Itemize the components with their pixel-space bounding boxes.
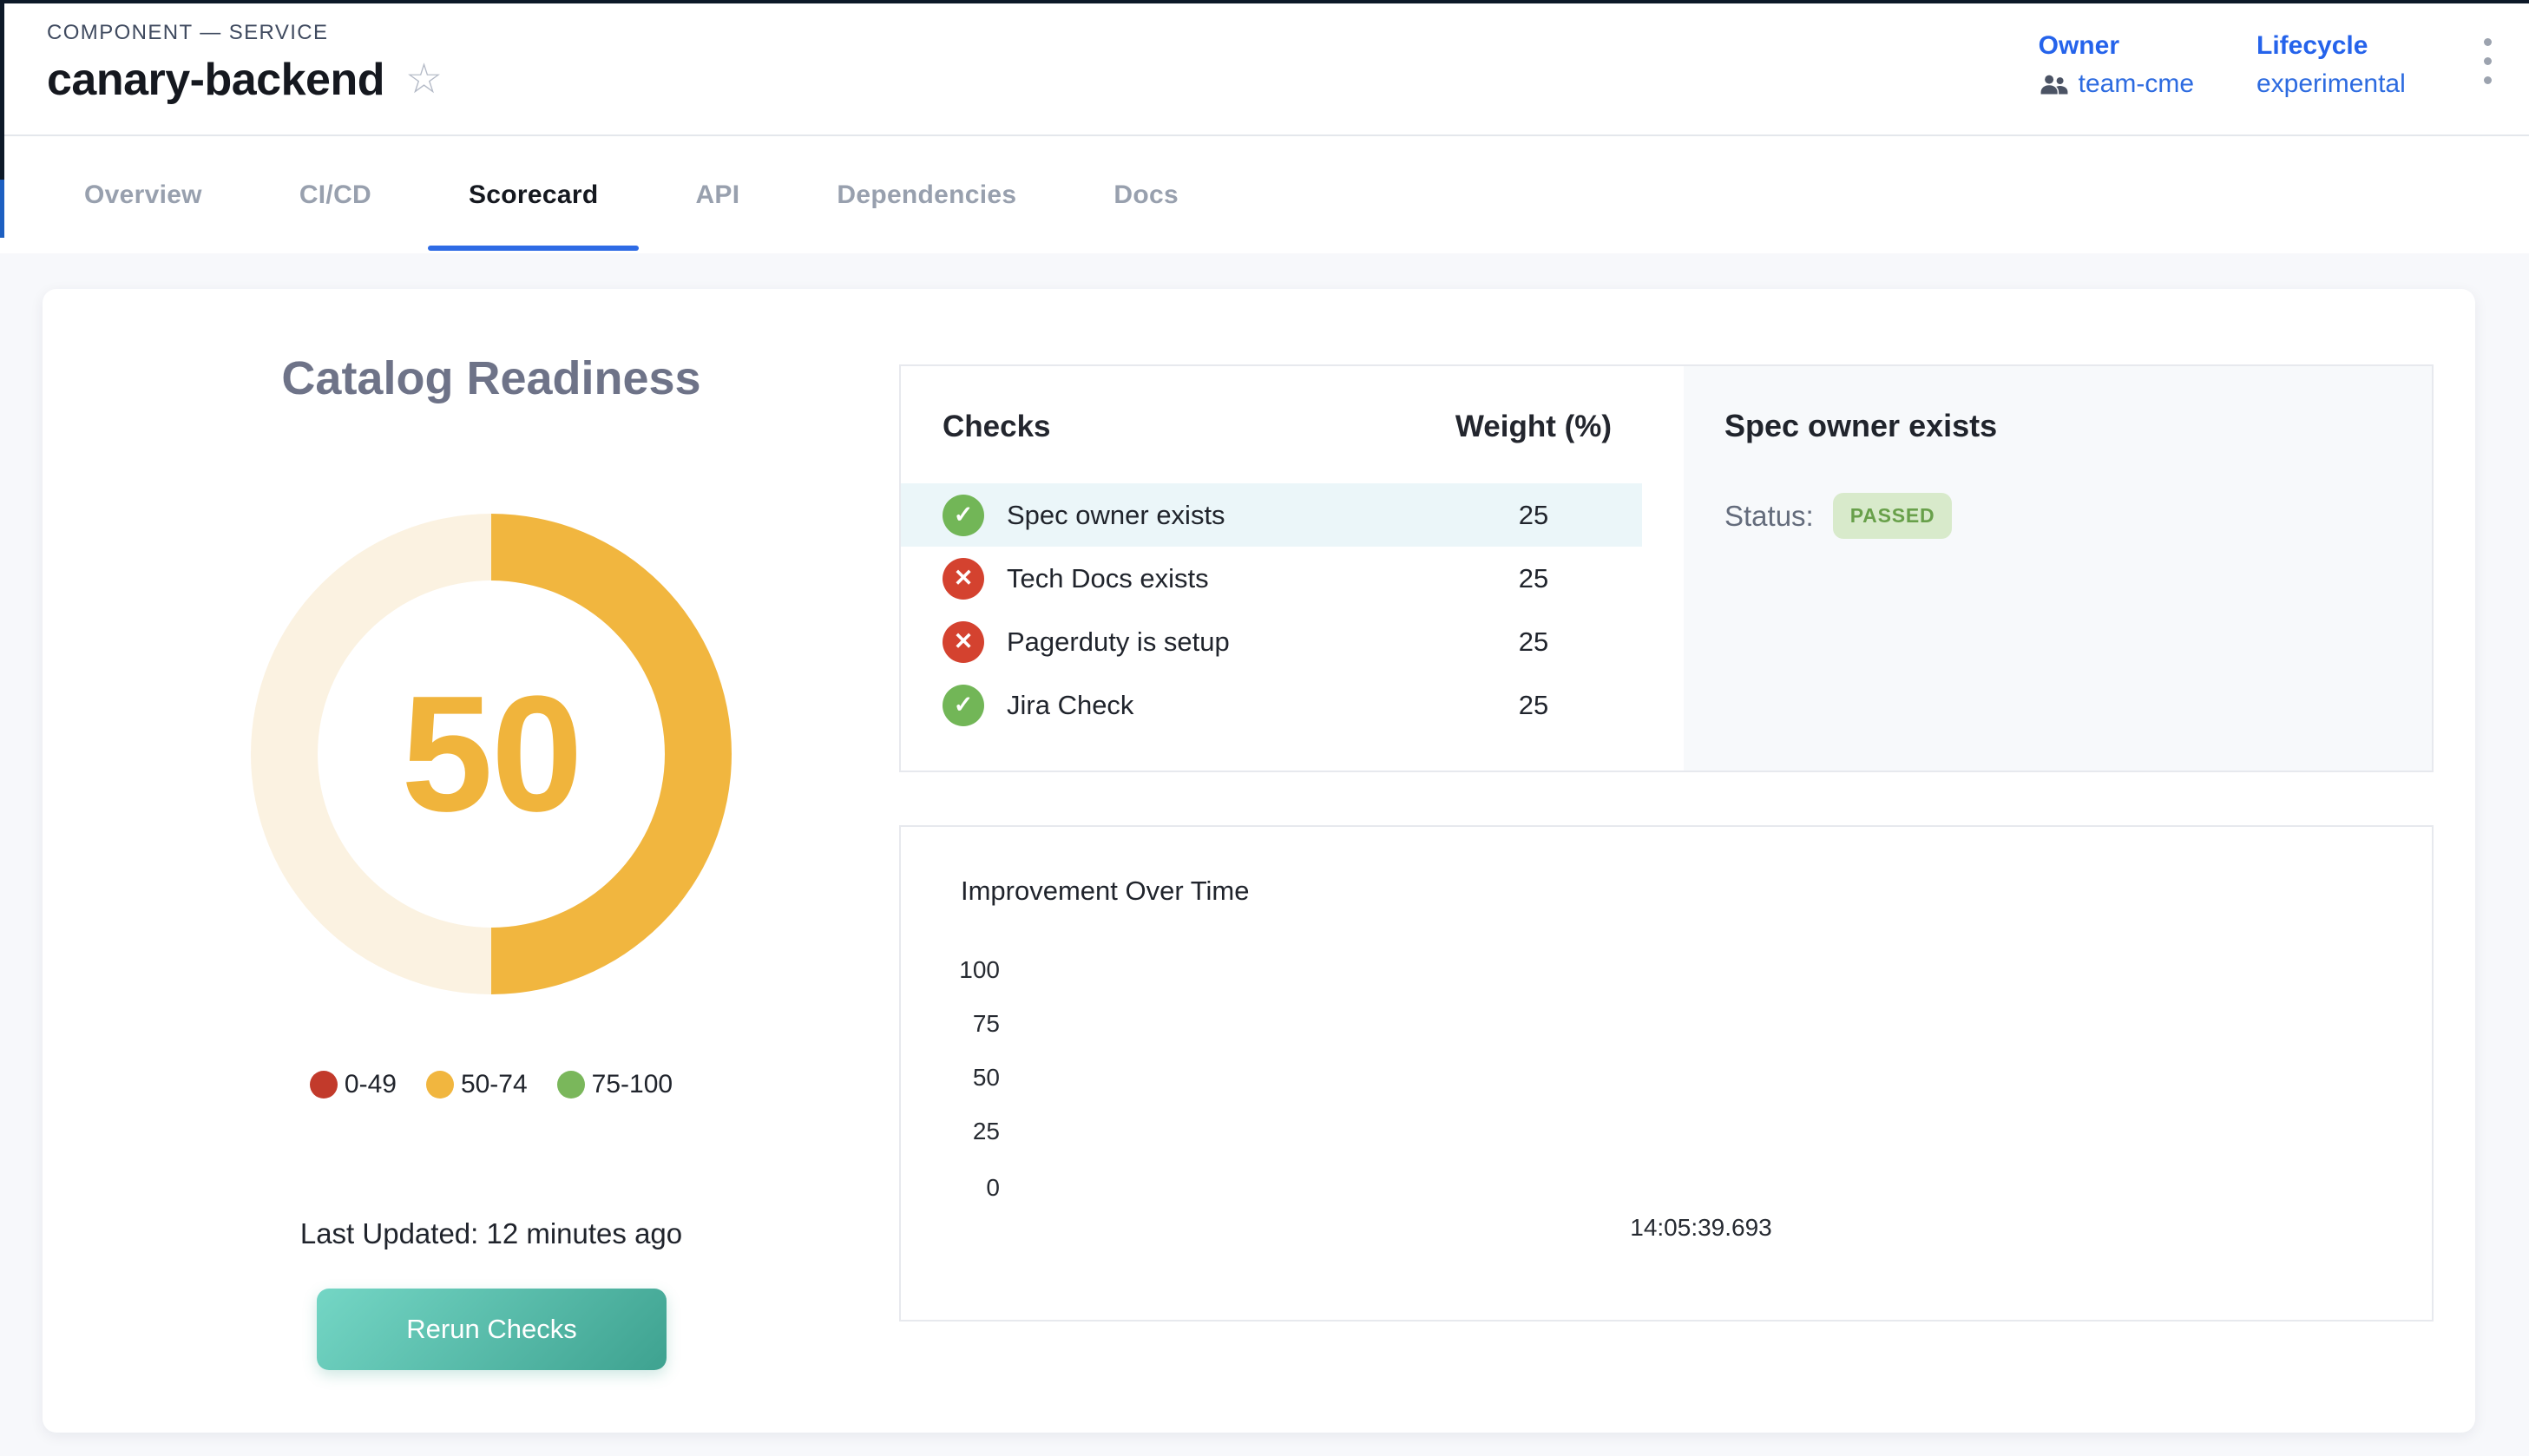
score-value: 50	[251, 514, 732, 994]
legend-item-low: 0-49	[310, 1070, 397, 1099]
legend-dot-red	[310, 1071, 338, 1099]
tab-cicd[interactable]: CI/CD	[259, 136, 412, 253]
legend-label: 0-49	[345, 1070, 397, 1099]
y-axis-tick: 100	[901, 956, 1000, 984]
checks-table-header: Checks Weight (%)	[901, 410, 1642, 444]
window-top-border	[0, 0, 2529, 3]
legend-item-high: 75-100	[557, 1070, 673, 1099]
readiness-gauge-panel: Catalog Readiness 50 0-49 50-74 75-100 L…	[43, 289, 940, 1433]
entity-tabbar: Overview CI/CD Scorecard API Dependencie…	[0, 136, 2529, 253]
entity-meta: Owner team-cme Lifecycle experimental	[2039, 31, 2492, 99]
y-axis-tick: 50	[901, 1064, 1000, 1092]
legend-label: 50-74	[461, 1070, 528, 1099]
tab-api[interactable]: API	[654, 136, 780, 253]
score-legend: 0-49 50-74 75-100	[43, 1070, 940, 1099]
tab-overview[interactable]: Overview	[43, 136, 243, 253]
entity-kind-label: COMPONENT — SERVICE	[47, 21, 443, 45]
last-updated-text: Last Updated: 12 minutes ago	[43, 1217, 940, 1250]
legend-item-mid: 50-74	[426, 1070, 528, 1099]
x-axis-tick: 14:05:39.693	[1630, 1214, 1772, 1242]
owner-block: Owner team-cme	[2039, 31, 2194, 99]
check-status-icon: ✓	[943, 495, 984, 536]
y-axis-tick: 75	[901, 1010, 1000, 1038]
table-row[interactable]: ✓ Spec owner exists 25	[901, 483, 1642, 547]
check-detail-title: Spec owner exists	[1724, 408, 2432, 444]
entity-header: COMPONENT — SERVICE canary-backend ☆ Own…	[0, 0, 2529, 136]
window-left-accent	[0, 180, 4, 238]
people-group-icon	[2039, 74, 2070, 95]
gauge-title: Catalog Readiness	[43, 351, 940, 405]
checks-table: Checks Weight (%) ✓Spec owner exists 25 …	[901, 366, 1642, 771]
check-name: Jira Check	[1007, 690, 1133, 721]
owner-label: Owner	[2039, 31, 2194, 61]
status-badge: PASSED	[1833, 493, 1953, 539]
checks-panel: Checks Weight (%) ✓Spec owner exists 25 …	[899, 364, 2434, 772]
tab-scorecard[interactable]: Scorecard	[428, 136, 639, 253]
rerun-checks-button[interactable]: Rerun Checks	[317, 1289, 667, 1370]
chart-title: Improvement Over Time	[961, 876, 1249, 907]
favorite-star-icon[interactable]: ☆	[405, 59, 443, 101]
y-axis-tick: 25	[901, 1118, 1000, 1145]
scorecard-page: Catalog Readiness 50 0-49 50-74 75-100 L…	[0, 253, 2529, 1456]
tab-dependencies[interactable]: Dependencies	[796, 136, 1057, 253]
legend-label: 75-100	[592, 1070, 673, 1099]
check-name: Pagerduty is setup	[1007, 626, 1230, 658]
lifecycle-block: Lifecycle experimental	[2256, 31, 2406, 99]
weight-column-header: Weight (%)	[1425, 410, 1642, 444]
lifecycle-label: Lifecycle	[2256, 31, 2406, 61]
legend-dot-amber	[426, 1071, 454, 1099]
more-options-kebab-icon[interactable]	[2484, 31, 2492, 84]
table-row[interactable]: ✕ Tech Docs exists 25	[901, 547, 1642, 610]
check-name: Spec owner exists	[1007, 500, 1225, 531]
entity-identity: COMPONENT — SERVICE canary-backend ☆	[47, 21, 443, 106]
check-status-icon: ✕	[943, 558, 984, 600]
y-axis-tick: 0	[901, 1174, 1000, 1202]
page-title: canary-backend	[47, 54, 384, 106]
check-weight: 25	[1425, 690, 1642, 721]
lifecycle-value: experimental	[2256, 69, 2406, 99]
table-row[interactable]: ✓ Jira Check 25	[901, 673, 1642, 737]
check-weight: 25	[1425, 500, 1642, 531]
score-donut: 50	[251, 514, 732, 994]
table-row[interactable]: ✕ Pagerduty is setup 25	[901, 610, 1642, 673]
tab-docs[interactable]: Docs	[1073, 136, 1219, 253]
owner-link[interactable]: team-cme	[2079, 69, 2194, 99]
window-left-edge	[0, 0, 4, 180]
check-status-icon: ✕	[943, 621, 984, 663]
checks-column-header: Checks	[943, 410, 1425, 444]
check-detail-panel: Spec owner exists Status: PASSED	[1684, 366, 2432, 771]
scorecard-card: Catalog Readiness 50 0-49 50-74 75-100 L…	[43, 289, 2475, 1433]
check-name: Tech Docs exists	[1007, 563, 1209, 594]
legend-dot-green	[557, 1071, 585, 1099]
improvement-chart-panel: Improvement Over Time 100 75 50 25 0 14:…	[899, 825, 2434, 1322]
check-weight: 25	[1425, 563, 1642, 594]
check-weight: 25	[1425, 626, 1642, 658]
status-label: Status:	[1724, 500, 1814, 533]
check-status-icon: ✓	[943, 685, 984, 726]
